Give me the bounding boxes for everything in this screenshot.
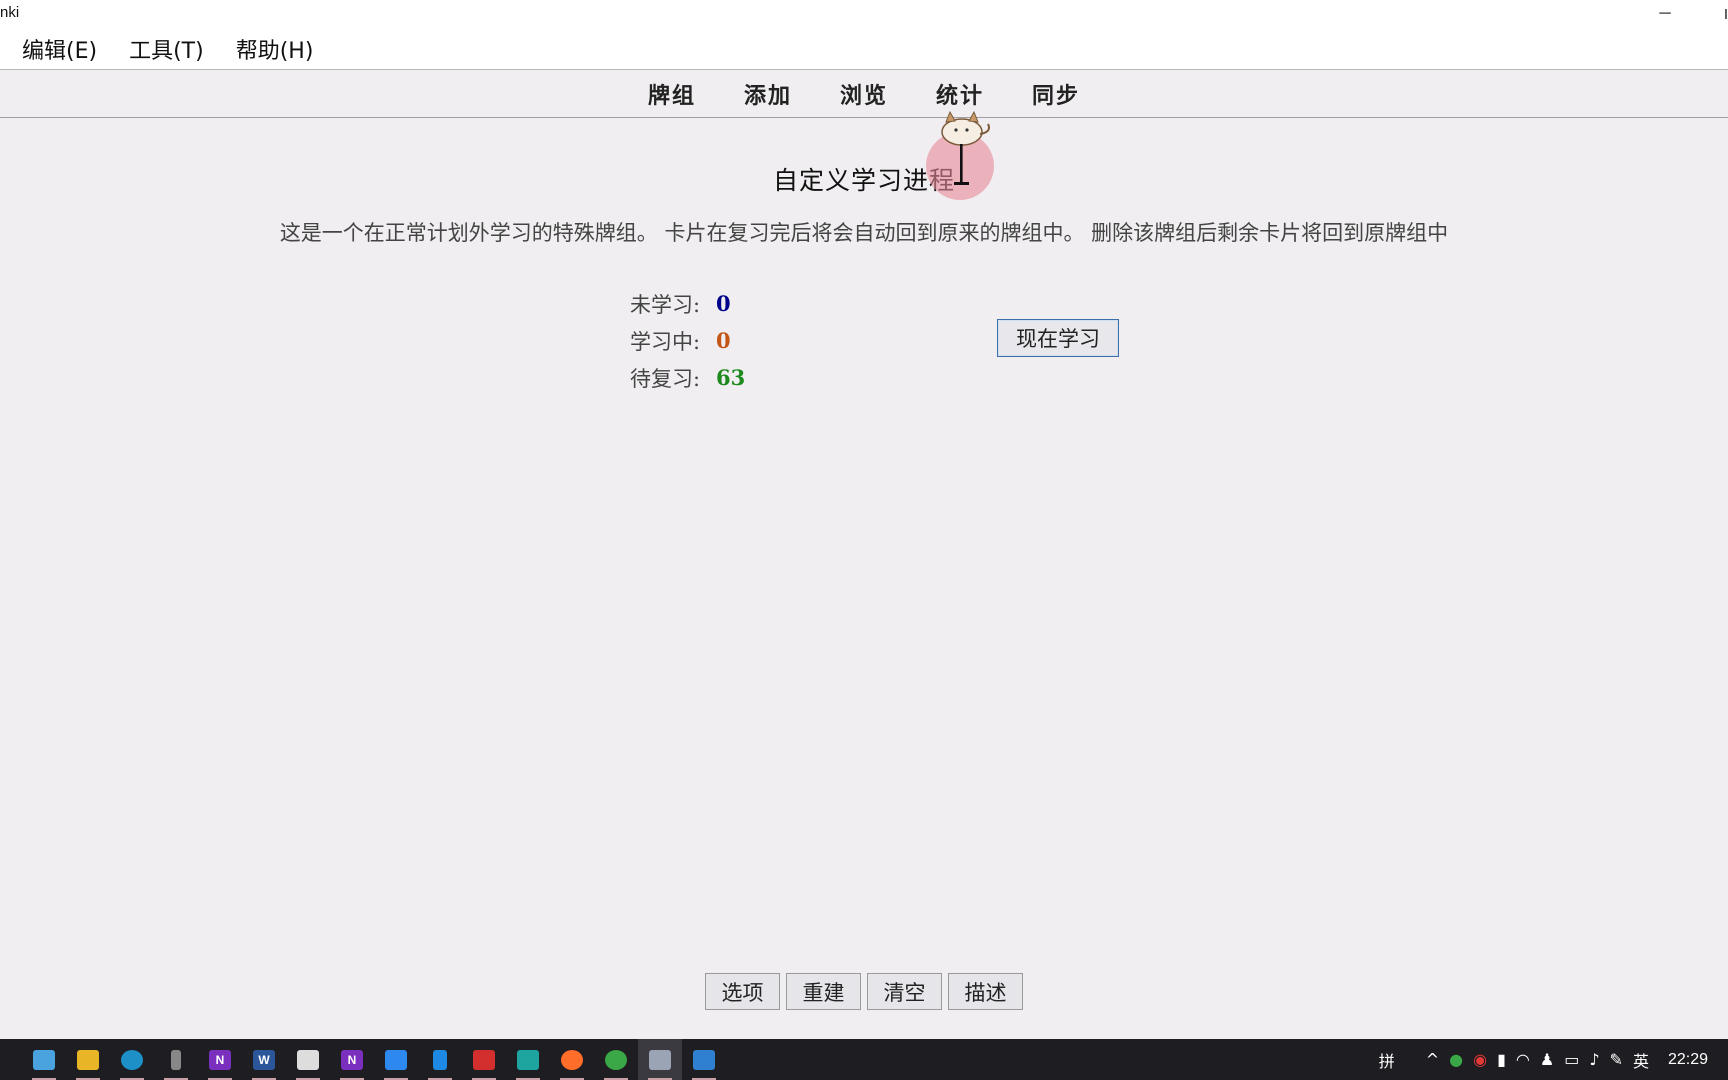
stat-learning-row: 学习中: 0: [630, 322, 745, 359]
firefox-icon: [561, 1049, 583, 1070]
deck-description: 这是一个在正常计划外学习的特殊牌组。 卡片在复习完后将会自动回到原来的牌组中。 …: [279, 221, 1449, 245]
taskbar-app-usb[interactable]: [154, 1039, 198, 1080]
card-counts: 未学习: 0 学习中: 0 待复习: 63: [630, 285, 745, 396]
taskbar-app-edge[interactable]: [110, 1039, 154, 1080]
taskbar-app-store[interactable]: [506, 1039, 550, 1080]
stat-learning-label: 学习中:: [630, 329, 701, 354]
screenshot-tool-icon: [297, 1049, 319, 1070]
taskbar-app-green[interactable]: [594, 1039, 638, 1080]
bottom-button-bar: 选项 重建 清空 描述: [0, 973, 1728, 1010]
pen-icon[interactable]: ✎: [1610, 1050, 1623, 1069]
photos-icon: [693, 1049, 715, 1070]
taskbar-app-onenote-2[interactable]: N: [330, 1039, 374, 1080]
taskbar-app-phone[interactable]: [418, 1039, 462, 1080]
title-bar: nki ─ I: [0, 0, 1728, 28]
stat-review-row: 待复习: 63: [630, 359, 745, 396]
notepad-icon: [33, 1049, 55, 1070]
anki-icon: [649, 1049, 671, 1070]
acrobat-icon: [473, 1049, 495, 1070]
empty-button[interactable]: 清空: [867, 973, 942, 1010]
page-title: 自定义学习进程: [772, 166, 955, 195]
window-title: nki: [0, 4, 20, 21]
toolbar-sync[interactable]: 同步: [1032, 78, 1080, 110]
battery-icon[interactable]: ▭: [1564, 1050, 1579, 1069]
taskbar-app-notepad[interactable]: [22, 1039, 66, 1080]
store-app-icon: [517, 1049, 539, 1070]
window-edge-glyph: I: [1723, 6, 1728, 23]
app-window-icon: [385, 1049, 407, 1070]
rebuild-button[interactable]: 重建: [786, 973, 861, 1010]
toolbar-stats[interactable]: 统计: [936, 78, 984, 110]
toolbar-browse[interactable]: 浏览: [840, 78, 888, 110]
onenote-2-icon: N: [341, 1049, 363, 1070]
taskbar-app-anki[interactable]: [638, 1039, 682, 1080]
qq-icon[interactable]: ♟: [1540, 1050, 1554, 1069]
deck-overview: 自定义学习进程 这是一个在正常计划外学习的特殊牌组。 卡片在复习完后将会自动回到…: [0, 119, 1728, 1039]
taskbar-app-window[interactable]: [374, 1039, 418, 1080]
menu-bar: 编辑(E) 工具(T) 帮助(H): [0, 28, 1728, 70]
clock[interactable]: 22:29: [1668, 1051, 1708, 1069]
taskbar-app-screenshot[interactable]: [286, 1039, 330, 1080]
onenote-icon: N: [209, 1049, 231, 1070]
word-icon: W: [253, 1049, 275, 1070]
green-app-icon: [605, 1049, 627, 1070]
options-button[interactable]: 选项: [705, 973, 780, 1010]
taskbar-app-word[interactable]: W: [242, 1039, 286, 1080]
taskbar-app-onenote[interactable]: N: [198, 1039, 242, 1080]
volume-icon[interactable]: ♪: [1589, 1050, 1599, 1069]
ime-mode-indicator[interactable]: 拼: [1379, 1048, 1395, 1072]
toolbar-add[interactable]: 添加: [744, 78, 792, 110]
taskbar-app-photos[interactable]: [682, 1039, 726, 1080]
minimize-button[interactable]: ─: [1642, 0, 1688, 28]
chevron-up-icon[interactable]: ^: [1426, 1050, 1439, 1069]
wifi-icon[interactable]: ◠: [1516, 1050, 1530, 1069]
taskbar: N W N 拼 ^ ● ◉ ▮ ◠ ♟ ▭ ♪ ✎ 英 22:29: [0, 1039, 1728, 1080]
taskbar-app-acrobat[interactable]: [462, 1039, 506, 1080]
main-toolbar: 牌组 添加 浏览 统计 同步: [0, 70, 1728, 118]
edge-icon: [121, 1049, 143, 1070]
stat-new-row: 未学习: 0: [630, 285, 745, 322]
taskbar-app-explorer[interactable]: [66, 1039, 110, 1080]
stat-new-count: 0: [716, 291, 731, 316]
toolbar-decks[interactable]: 牌组: [648, 78, 696, 110]
file-explorer-icon: [77, 1049, 99, 1070]
menu-tools[interactable]: 工具(T): [117, 33, 216, 65]
stat-review-count: 63: [716, 365, 746, 390]
stat-new-label: 未学习:: [630, 292, 701, 317]
taskbar-app-firefox[interactable]: [550, 1039, 594, 1080]
description-button[interactable]: 描述: [948, 973, 1023, 1010]
microphone-icon[interactable]: ▮: [1497, 1050, 1506, 1069]
usb-drive-icon: [171, 1049, 181, 1070]
tray-app-icon[interactable]: ●: [1449, 1050, 1463, 1069]
record-icon[interactable]: ◉: [1473, 1050, 1487, 1069]
system-tray: 拼 ^ ● ◉ ▮ ◠ ♟ ▭ ♪ ✎ 英 22:29: [1374, 1039, 1728, 1080]
input-language[interactable]: 英: [1633, 1048, 1649, 1072]
study-now-button[interactable]: 现在学习: [997, 319, 1119, 357]
stat-review-label: 待复习:: [630, 366, 701, 391]
menu-help[interactable]: 帮助(H): [224, 33, 326, 65]
stat-learning-count: 0: [716, 328, 731, 353]
menu-edit[interactable]: 编辑(E): [10, 33, 109, 65]
phone-link-icon: [433, 1049, 447, 1070]
